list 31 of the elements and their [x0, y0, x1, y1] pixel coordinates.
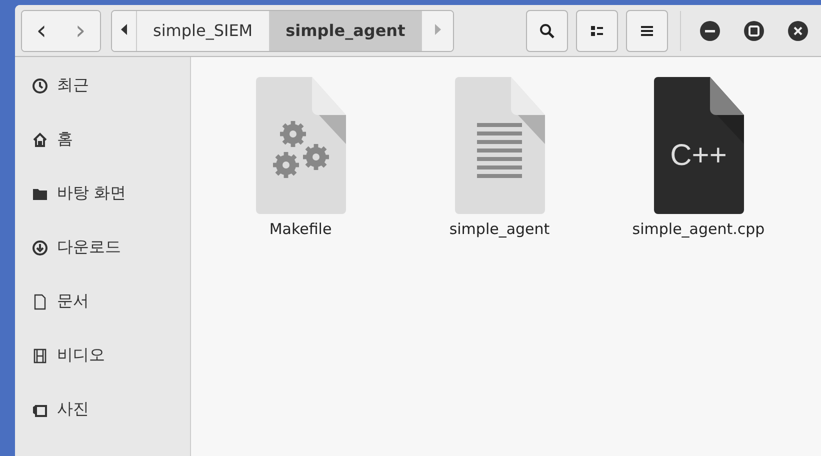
view-button[interactable] [576, 10, 618, 52]
text-file-icon [454, 77, 544, 214]
sidebar-item[interactable]: 홈 [15, 122, 190, 176]
caret-right-icon [434, 24, 442, 34]
film-icon [32, 348, 48, 364]
maximize-icon [743, 20, 765, 42]
home-icon [32, 132, 48, 148]
search-icon [539, 22, 555, 38]
maximize-button[interactable] [743, 20, 765, 42]
minimize-icon [699, 20, 721, 42]
search-button[interactable] [526, 10, 568, 52]
path-segment[interactable]: simple_agent [268, 10, 422, 50]
sidebar-item[interactable]: 비디오 [15, 338, 190, 392]
minimize-button[interactable] [699, 20, 721, 42]
close-icon [787, 20, 809, 42]
cpp-file-icon: C++ [654, 77, 744, 214]
close-button[interactable] [787, 20, 809, 42]
sidebar-item[interactable]: 최근 [15, 68, 190, 122]
document-icon [32, 294, 48, 310]
sidebar-item[interactable]: 사진 [15, 392, 190, 446]
caret-left-icon [120, 24, 128, 34]
file-name[interactable]: simple_agent [449, 220, 550, 238]
file-name[interactable]: simple_agent.cpp [632, 220, 765, 238]
sidebar-item[interactable]: 문서 [15, 284, 190, 338]
sidebar-item[interactable]: 바탕 화면 [15, 176, 190, 230]
clock-icon [32, 78, 48, 94]
download-icon [32, 240, 48, 256]
gear-file-icon [256, 77, 346, 214]
sidebar-item[interactable]: 다운로드 [15, 230, 190, 284]
file-name[interactable]: Makefile [269, 220, 332, 238]
menu-button[interactable] [626, 10, 668, 52]
